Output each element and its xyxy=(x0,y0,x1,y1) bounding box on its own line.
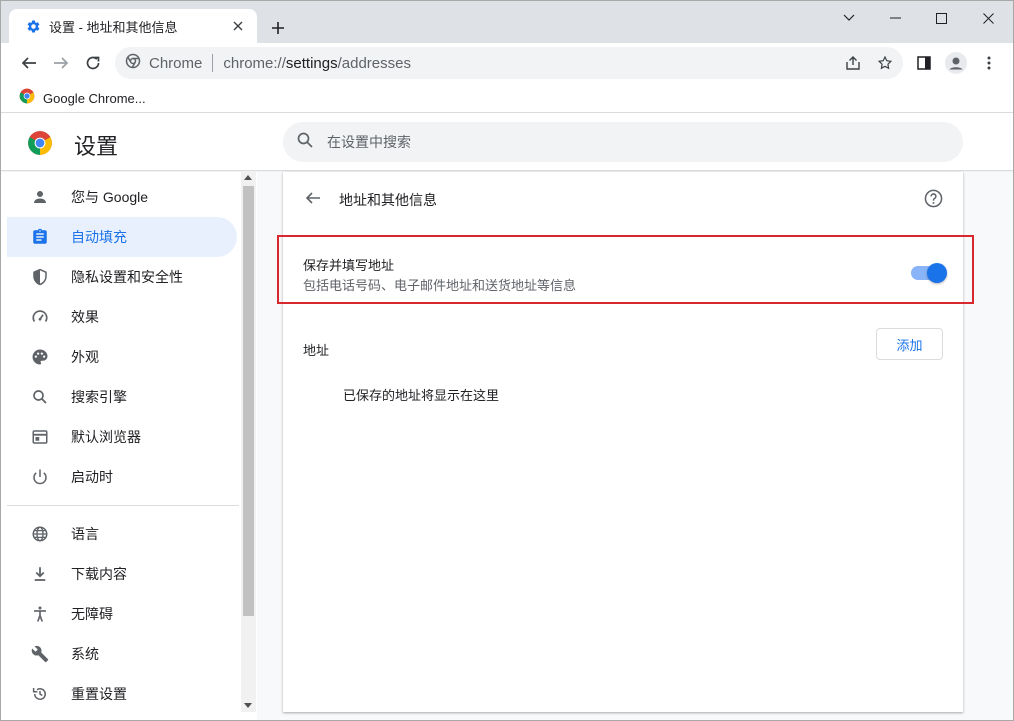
accessibility-icon xyxy=(29,603,51,625)
back-arrow-icon[interactable] xyxy=(301,186,325,210)
sidebar-item-label: 下载内容 xyxy=(71,566,127,582)
sidebar-item-languages[interactable]: 语言 xyxy=(7,514,237,554)
sidebar-item-label: 外观 xyxy=(71,349,99,365)
search-placeholder: 在设置中搜索 xyxy=(327,134,411,150)
sidebar-item-on-startup[interactable]: 启动时 xyxy=(7,457,237,497)
scroll-down-arrow-icon[interactable] xyxy=(244,703,252,708)
sidebar-item-label: 默认浏览器 xyxy=(71,429,141,445)
reload-icon[interactable] xyxy=(80,50,106,76)
bookmarks-bar: Google Chrome... xyxy=(1,83,1013,113)
power-icon xyxy=(29,466,51,488)
sidebar-scrollbar[interactable] xyxy=(241,172,256,712)
sidebar-item-search-engine[interactable]: 搜索引擎 xyxy=(7,377,237,417)
bookmark-item[interactable]: Google Chrome... xyxy=(19,87,146,109)
chrome-site-icon xyxy=(125,53,141,74)
omnibox-separator xyxy=(212,54,214,72)
sidebar-item-system[interactable]: 系统 xyxy=(7,634,237,674)
sidebar-item-label: 系统 xyxy=(71,646,99,662)
settings-card: 地址和其他信息 保存并填写地址 包括电话号码、电子邮件地址和送货地址等信息 地址… xyxy=(277,172,974,712)
url-text: chrome://settings/addresses xyxy=(223,54,411,72)
help-icon[interactable] xyxy=(921,186,945,210)
minimize-icon[interactable] xyxy=(880,5,910,31)
settings-search-input[interactable]: 在设置中搜索 xyxy=(283,122,963,162)
browser-icon xyxy=(29,426,51,448)
save-addresses-toggle[interactable] xyxy=(911,263,947,283)
sidebar-item-default-browser[interactable]: 默认浏览器 xyxy=(7,417,237,457)
reset-icon xyxy=(29,683,51,705)
search-icon xyxy=(297,132,313,153)
sidebar-item-label: 隐私设置和安全性 xyxy=(71,269,183,285)
back-icon[interactable] xyxy=(16,50,42,76)
download-icon xyxy=(29,563,51,585)
scroll-up-arrow-icon[interactable] xyxy=(244,175,252,180)
save-addresses-title: 保存并填写地址 xyxy=(303,258,395,273)
sidebar-item-autofill[interactable]: 自动填充 xyxy=(7,217,237,257)
scroll-thumb[interactable] xyxy=(243,186,254,616)
sidebar-item-accessibility[interactable]: 无障碍 xyxy=(7,594,237,634)
search-icon xyxy=(29,386,51,408)
more-menu-icon[interactable] xyxy=(976,50,1002,76)
globe-icon xyxy=(29,523,51,545)
sidebar-item-label: 搜索引擎 xyxy=(71,389,127,405)
sidebar-item-label: 效果 xyxy=(71,309,99,325)
site-label: Chrome xyxy=(149,54,203,72)
tab-search-dropdown-icon[interactable] xyxy=(834,5,864,31)
profile-avatar-icon[interactable] xyxy=(943,50,969,76)
settings-gear-icon xyxy=(25,18,41,34)
addresses-section-label: 地址 xyxy=(303,343,330,358)
shield-icon xyxy=(29,266,51,288)
omnibox[interactable]: Chrome chrome://settings/addresses xyxy=(115,47,903,79)
clipboard-icon xyxy=(29,226,51,248)
subpage-title: 地址和其他信息 xyxy=(339,192,437,208)
new-tab-button[interactable] xyxy=(267,17,289,39)
sidebar-item-performance[interactable]: 效果 xyxy=(7,297,237,337)
sidebar-item-label: 自动填充 xyxy=(71,229,127,245)
side-panel-icon[interactable] xyxy=(911,50,937,76)
bookmark-label: Google Chrome... xyxy=(43,90,146,106)
maximize-icon[interactable] xyxy=(926,5,956,31)
save-addresses-description: 包括电话号码、电子邮件地址和送货地址等信息 xyxy=(303,278,577,293)
person-icon xyxy=(29,186,51,208)
empty-addresses-message: 已保存的地址将显示在这里 xyxy=(343,388,500,403)
tab-close-icon[interactable] xyxy=(229,17,247,35)
chrome-logo-icon xyxy=(19,88,35,109)
sidebar-divider xyxy=(7,505,239,506)
sidebar-item-reset[interactable]: 重置设置 xyxy=(7,674,237,714)
bookmark-star-icon[interactable] xyxy=(872,50,898,76)
tab-title: 设置 - 地址和其他信息 xyxy=(49,19,178,35)
settings-sidebar: 您与 Google 自动填充 隐私设置和安全性 效果 外观 搜索引擎 默认浏览器 xyxy=(1,172,257,720)
forward-icon[interactable] xyxy=(48,50,74,76)
sidebar-item-label: 无障碍 xyxy=(71,606,113,622)
sidebar-item-label: 语言 xyxy=(71,526,99,542)
palette-icon xyxy=(29,346,51,368)
share-icon[interactable] xyxy=(840,50,866,76)
wrench-icon xyxy=(29,643,51,665)
toolbar: Chrome chrome://settings/addresses xyxy=(1,43,1013,83)
settings-header: 设置 在设置中搜索 xyxy=(1,114,1013,171)
sidebar-item-downloads[interactable]: 下载内容 xyxy=(7,554,237,594)
sidebar-item-label: 启动时 xyxy=(71,469,113,485)
tab-settings[interactable]: 设置 - 地址和其他信息 xyxy=(9,9,257,43)
sidebar-item-appearance[interactable]: 外观 xyxy=(7,337,237,377)
sidebar-item-you-and-google[interactable]: 您与 Google xyxy=(7,177,237,217)
page-title: 设置 xyxy=(74,134,119,159)
browser-window: 设置 - 地址和其他信息 Chrome chrome://settings/ad… xyxy=(0,0,1014,721)
add-address-button[interactable]: 添加 xyxy=(876,328,943,360)
sidebar-item-privacy[interactable]: 隐私设置和安全性 xyxy=(7,257,237,297)
chrome-logo-icon xyxy=(27,130,53,161)
close-window-icon[interactable] xyxy=(973,5,1003,31)
sidebar-item-label: 您与 Google xyxy=(71,189,149,205)
toggle-knob xyxy=(927,263,947,283)
speedometer-icon xyxy=(29,306,51,328)
tab-strip: 设置 - 地址和其他信息 xyxy=(1,1,1013,43)
sidebar-item-label: 重置设置 xyxy=(71,686,127,702)
